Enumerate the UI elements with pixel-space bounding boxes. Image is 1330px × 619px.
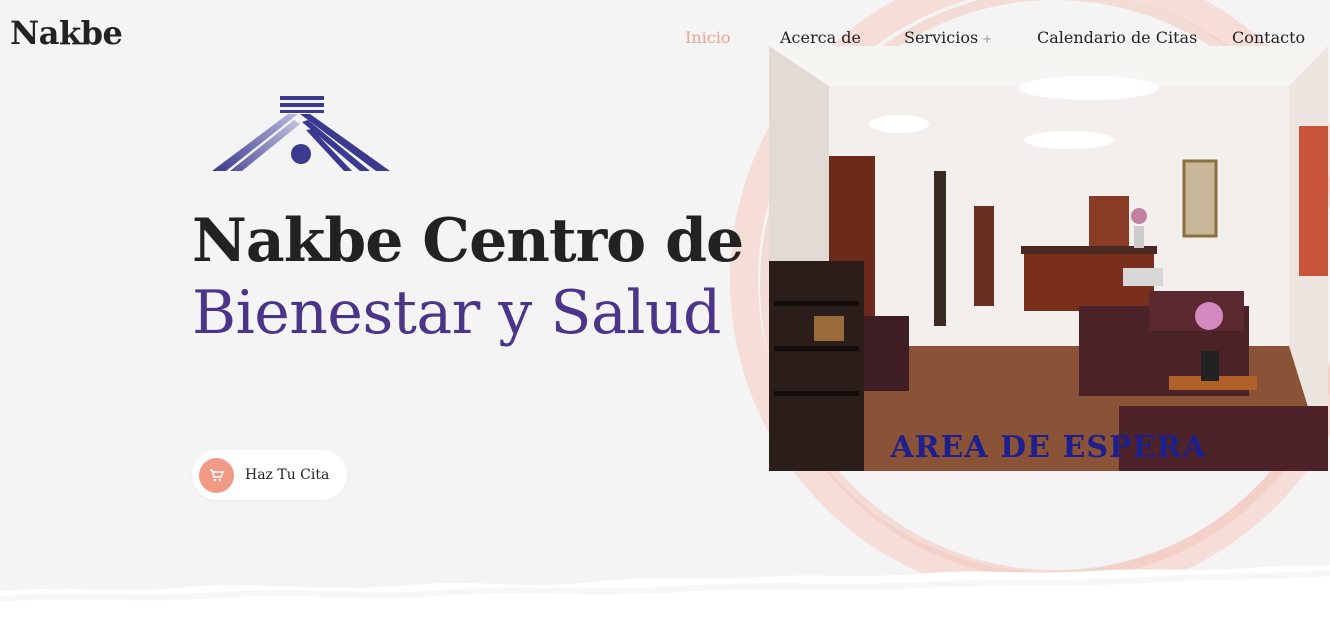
plus-icon[interactable]: + <box>982 32 992 46</box>
torn-paper-divider <box>0 565 1330 619</box>
nav-item-acerca[interactable]: Acerca de <box>780 28 861 47</box>
nav-item-servicios-label: Servicios <box>904 28 979 47</box>
book-appointment-label: Haz Tu Cita <box>245 467 330 483</box>
nav-item-contacto[interactable]: Contacto <box>1232 28 1305 47</box>
hero-title-line2: Bienestar y Salud <box>192 278 721 348</box>
nav-item-inicio[interactable]: Inicio <box>685 28 730 47</box>
photo-caption: AREA DE ESPERA <box>890 430 1207 465</box>
cart-icon <box>199 457 234 493</box>
house-roof-logo-icon <box>212 96 390 171</box>
waiting-room-photo: AREA DE ESPERA <box>769 46 1328 471</box>
hero-title-line1: Nakbe Centro de <box>192 206 744 276</box>
nav-item-servicios[interactable]: Servicios + <box>904 28 992 47</box>
book-appointment-button[interactable]: Haz Tu Cita <box>192 450 347 500</box>
waiting-room-illustration <box>769 46 1328 471</box>
nav-item-calendario[interactable]: Calendario de Citas <box>1037 28 1197 47</box>
